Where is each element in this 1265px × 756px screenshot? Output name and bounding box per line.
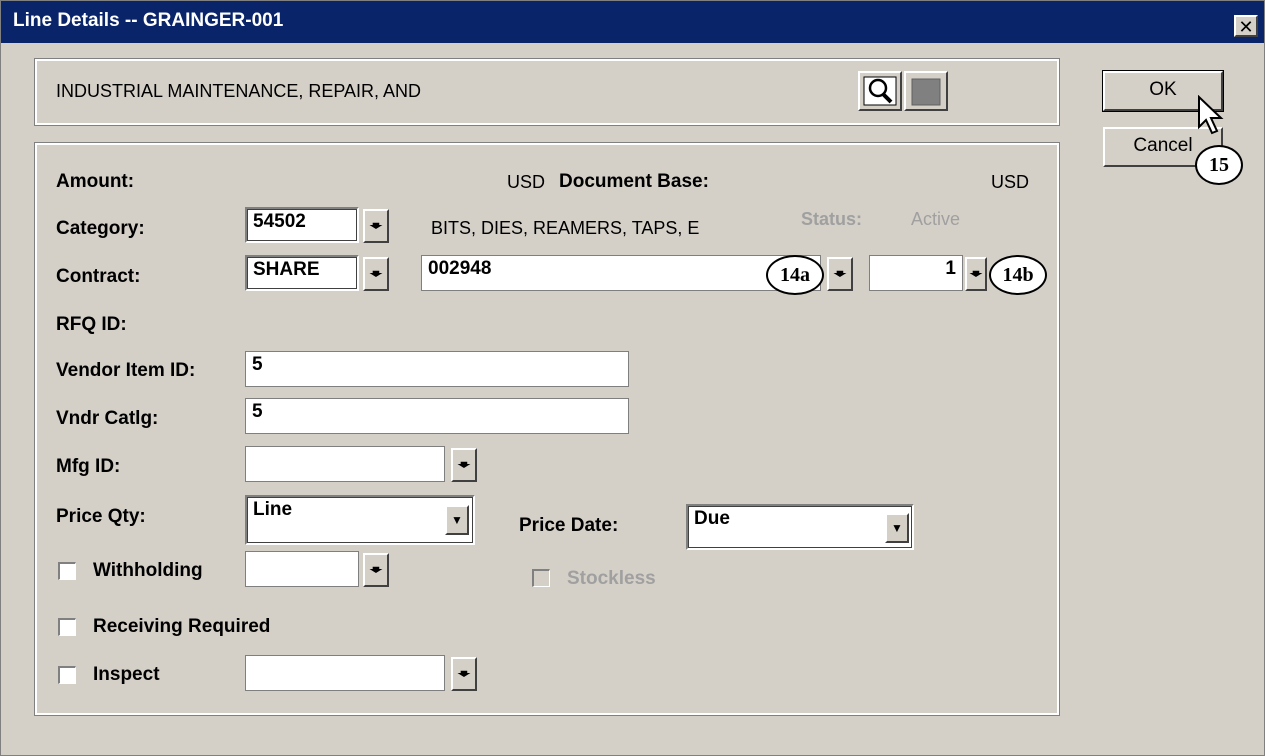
category-field[interactable]: 54502 xyxy=(245,207,359,243)
price-date-label: Price Date: xyxy=(519,515,619,536)
price-qty-label: Price Qty: xyxy=(56,506,146,527)
rfq-id-label: RFQ ID: xyxy=(56,314,127,335)
chevron-down-icon: ▼ xyxy=(891,521,903,535)
inspect-label: Inspect xyxy=(93,664,160,685)
down-arrow-icon: 🡃 xyxy=(968,266,984,282)
contract-id-field[interactable]: 002948 xyxy=(421,255,821,291)
mfg-id-lookup-button[interactable]: 🡃 xyxy=(451,448,477,482)
amount-label: Amount: xyxy=(56,171,135,192)
search-button[interactable] xyxy=(858,71,902,111)
callout-14a: 14a xyxy=(766,255,824,295)
withholding-lookup-button[interactable]: 🡃 xyxy=(363,553,389,587)
down-arrow-icon: 🡃 xyxy=(368,266,384,282)
vendor-catalog-field[interactable]: 5 xyxy=(245,398,629,434)
contract-id-lookup-button[interactable]: 🡃 xyxy=(827,257,853,291)
category-description: BITS, DIES, REAMERS, TAPS, E xyxy=(431,218,700,238)
vendor-catalog-label: Vndr Catlg: xyxy=(56,408,159,429)
chevron-down-icon: ▼ xyxy=(451,513,463,527)
document-base-label: Document Base: xyxy=(559,171,709,192)
receiving-required-checkbox[interactable] xyxy=(58,618,76,636)
callout-15: 15 xyxy=(1195,145,1243,185)
price-date-dropdown-button[interactable]: ▼ xyxy=(885,513,909,543)
category-lookup-button[interactable]: 🡃 xyxy=(363,209,389,243)
withholding-field[interactable] xyxy=(245,551,359,587)
close-button[interactable]: ✕ xyxy=(1234,15,1258,37)
amount-currency: USD xyxy=(507,172,546,192)
vendor-item-id-field[interactable]: 5 xyxy=(245,351,629,387)
withholding-label: Withholding xyxy=(93,560,203,581)
status-value: Active xyxy=(911,209,961,229)
contract-label: Contract: xyxy=(56,266,141,287)
stockless-label: Stockless xyxy=(567,568,656,589)
down-arrow-icon: 🡃 xyxy=(368,218,384,234)
withholding-checkbox[interactable] xyxy=(58,562,76,580)
price-qty-dropdown-button[interactable]: ▼ xyxy=(445,505,469,535)
mfg-id-label: Mfg ID: xyxy=(56,456,121,477)
mfg-id-field[interactable] xyxy=(245,446,445,482)
stockless-checkbox[interactable] xyxy=(532,569,550,587)
down-arrow-icon: 🡃 xyxy=(456,457,472,473)
item-description: INDUSTRIAL MAINTENANCE, REPAIR, AND xyxy=(56,81,422,101)
inspect-field[interactable] xyxy=(245,655,445,691)
down-arrow-icon: 🡃 xyxy=(456,666,472,682)
contract-type-field[interactable]: SHARE xyxy=(245,255,359,291)
status-label: Status: xyxy=(801,209,863,229)
contract-type-lookup-button[interactable]: 🡃 xyxy=(363,257,389,291)
price-qty-select[interactable]: Line xyxy=(245,495,475,545)
receiving-required-label: Receiving Required xyxy=(93,616,271,637)
down-arrow-icon: 🡃 xyxy=(368,562,384,578)
price-date-select[interactable]: Due xyxy=(686,504,914,550)
color-picker-button[interactable] xyxy=(904,71,948,111)
callout-14b: 14b xyxy=(989,255,1047,295)
vendor-item-id-label: Vendor Item ID: xyxy=(56,360,196,381)
price-qty-value: Line xyxy=(253,499,293,520)
window-title: Line Details -- GRAINGER-001 xyxy=(13,10,284,31)
inspect-lookup-button[interactable]: 🡃 xyxy=(451,657,477,691)
line-details-dialog: Line Details -- GRAINGER-001 ✕ INDUSTRIA… xyxy=(0,0,1265,756)
inspect-checkbox[interactable] xyxy=(58,666,76,684)
down-arrow-icon: 🡃 xyxy=(832,266,848,282)
document-base-currency: USD xyxy=(991,172,1030,192)
mouse-pointer-icon xyxy=(1197,94,1227,142)
category-label: Category: xyxy=(56,218,145,239)
contract-line-field[interactable]: 1 xyxy=(869,255,963,291)
title-bar[interactable]: Line Details -- GRAINGER-001 ✕ xyxy=(1,1,1264,43)
contract-line-lookup-button[interactable]: 🡃 xyxy=(965,257,987,291)
price-date-value: Due xyxy=(694,508,730,529)
